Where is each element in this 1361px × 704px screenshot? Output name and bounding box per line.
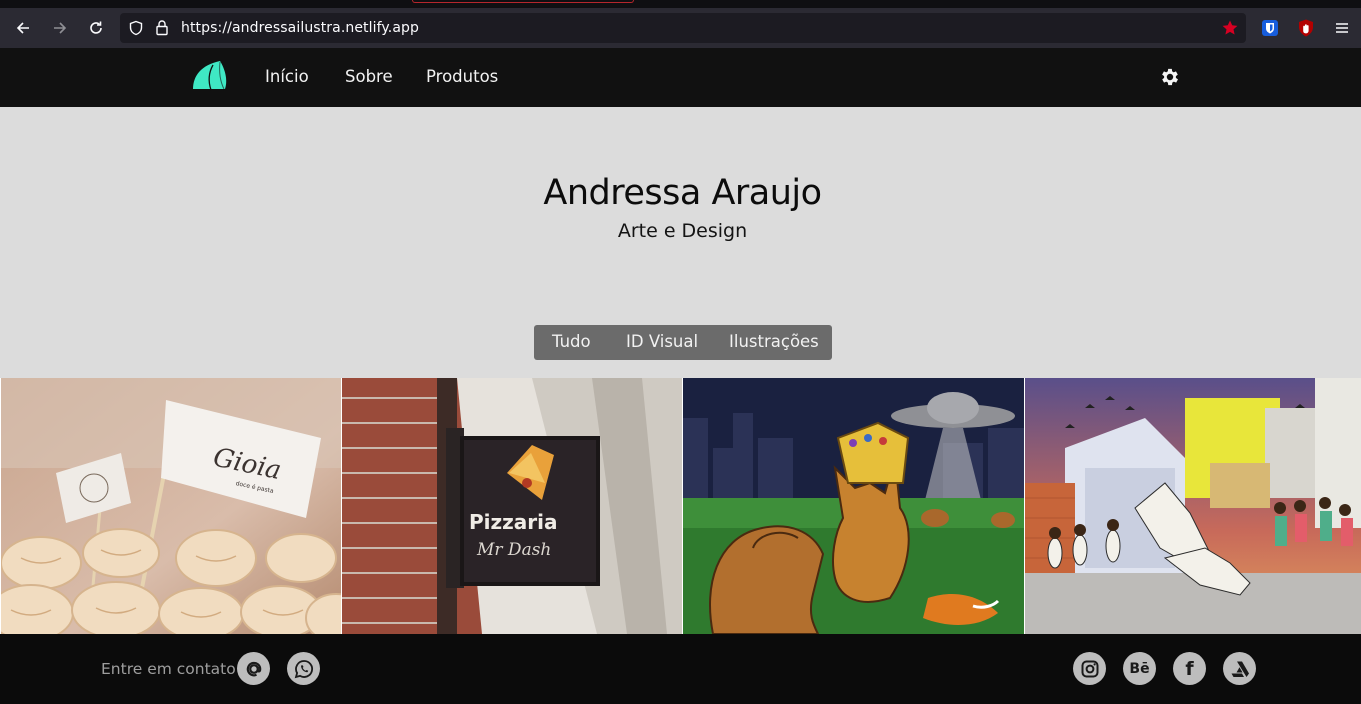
url-text[interactable]: https://andressailustra.netlify.app [181,20,419,36]
nav-link-produtos[interactable]: Produtos [426,67,498,86]
back-arrow-icon[interactable] [12,17,34,39]
behance-glyph: Bē [1129,660,1150,677]
at-icon[interactable] [237,652,270,685]
leaf-logo-icon[interactable] [191,59,229,93]
gallery-item-capoeira[interactable] [1025,378,1361,634]
behance-icon[interactable]: Bē [1123,652,1156,685]
tab-strip [0,0,1361,8]
bitwarden-icon[interactable] [1259,17,1281,39]
facebook-icon[interactable]: f [1173,652,1206,685]
page-subtitle: Arte e Design [617,220,748,242]
site-footer: Entre em contato Bē f [0,634,1361,704]
filter-bar: Tudo ID Visual Ilustrações [534,325,832,360]
ublock-icon[interactable] [1295,17,1317,39]
nav-link-inicio[interactable]: Início [265,67,309,86]
artstation-icon[interactable] [1223,652,1256,685]
nav-link-sobre[interactable]: Sobre [345,67,393,86]
active-tab-edge[interactable] [412,0,634,3]
menu-icon[interactable] [1331,17,1353,39]
url-host: https://andressailustra.netlify.app [181,20,419,36]
forward-arrow-icon[interactable] [49,17,71,39]
instagram-icon[interactable] [1073,652,1106,685]
browser-toolbar: https://andressailustra.netlify.app [0,8,1361,48]
pizzaria-sign-line2: Mr Dash [476,540,551,560]
contact-label: Entre em contato [101,660,236,678]
filter-tudo[interactable]: Tudo [552,332,591,351]
pizzaria-sign-line1: Pizzaria [469,510,558,534]
gear-icon[interactable] [1159,66,1181,88]
url-bar[interactable]: https://andressailustra.netlify.app [120,13,1246,43]
star-icon[interactable] [1221,19,1239,41]
gallery-item-capybaras[interactable] [683,378,1024,634]
filter-id-visual[interactable]: ID Visual [626,332,698,351]
site-navbar: Início Sobre Produtos [0,48,1361,107]
filter-ilustracoes[interactable]: Ilustrações [729,332,819,351]
page-title: Andressa Araujo [543,173,822,213]
portfolio-gallery: Gioia doce é pasta Pizzaria Mr Dash [0,378,1361,634]
reload-icon[interactable] [85,17,107,39]
lock-icon[interactable] [154,19,170,40]
hero-section: Andressa Araujo Arte e Design Tudo ID Vi… [0,107,1361,378]
whatsapp-icon[interactable] [287,652,320,685]
gallery-item-gioia[interactable]: Gioia doce é pasta [1,378,341,634]
shield-icon[interactable] [128,20,144,40]
gallery-item-pizzaria[interactable]: Pizzaria Mr Dash [342,378,682,634]
facebook-glyph: f [1185,657,1194,680]
